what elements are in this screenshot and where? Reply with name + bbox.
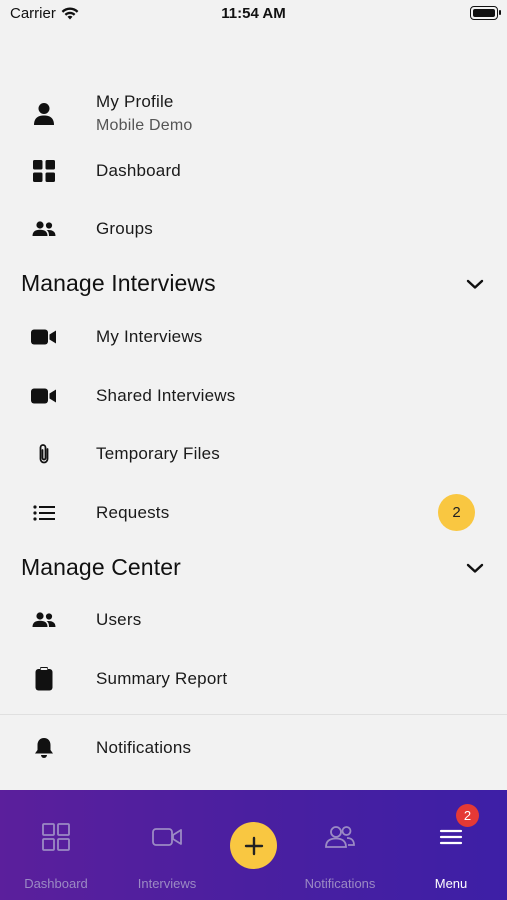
people-outline-icon [325,822,355,852]
section-title-manage-center[interactable]: Manage Center [21,554,181,581]
menu-item-label: Groups [96,219,153,238]
menu-item-summary-report[interactable]: Summary Report [0,650,507,708]
divider [0,714,507,715]
people-icon [31,216,57,242]
menu-item-label: Notifications [96,738,192,757]
menu-item-label: Shared Interviews [96,386,236,405]
section-title-manage-interviews[interactable]: Manage Interviews [21,270,216,297]
video-icon [31,383,57,409]
status-bar: Carrier 11:54 AM [0,0,507,28]
requests-count-badge: 2 [438,494,475,531]
menu-item-requests[interactable]: Requests [0,484,507,542]
tab-interviews[interactable]: Interviews [117,790,217,900]
menu-item-label: My Interviews [96,327,203,346]
menu-badge: 2 [456,804,479,827]
tab-label: Notifications [304,876,376,891]
tab-label: Interviews [137,876,197,891]
menu-item-users[interactable]: Users [0,591,507,649]
menu-item-label: Requests [96,503,170,522]
clipboard-icon [31,666,57,692]
grid-icon [31,158,57,184]
menu-item-groups[interactable]: Groups [0,200,507,258]
my-profile-item[interactable] [0,84,507,144]
chevron-down-icon[interactable] [465,277,485,291]
profile-name: My Profile [96,92,174,111]
person-icon [31,101,57,127]
list-icon [31,500,57,526]
hamburger-icon [436,822,466,852]
tab-label: Dashboard [24,876,88,891]
tab-label: Menu [434,876,468,891]
video-icon [31,324,57,350]
bell-icon [31,735,57,761]
menu-item-label: Users [96,610,142,629]
video-outline-icon [152,822,182,852]
menu-item-label: Dashboard [96,161,181,180]
tab-notifications[interactable]: Notifications [290,790,390,900]
status-time: 11:54 AM [221,5,286,22]
menu-item-label: Summary Report [96,669,228,688]
paperclip-icon [31,441,57,467]
profile-subtitle: Mobile Demo [96,117,193,134]
plus-icon [244,836,263,855]
people-icon [31,607,57,633]
tab-menu[interactable]: Menu [401,790,501,900]
menu-item-label: Temporary Files [96,444,220,463]
tab-dashboard[interactable]: Dashboard [6,790,106,900]
menu-item-dashboard[interactable]: Dashboard [0,142,507,200]
menu-item-temporary-files[interactable]: Temporary Files [0,425,507,483]
menu-item-my-interviews[interactable]: My Interviews [0,308,507,366]
grid-outline-icon [41,822,71,852]
battery-icon [470,6,501,20]
add-button[interactable] [230,822,277,869]
menu-item-notifications[interactable]: Notifications [0,719,507,777]
chevron-down-icon[interactable] [465,561,485,575]
menu-item-shared-interviews[interactable]: Shared Interviews [0,367,507,425]
